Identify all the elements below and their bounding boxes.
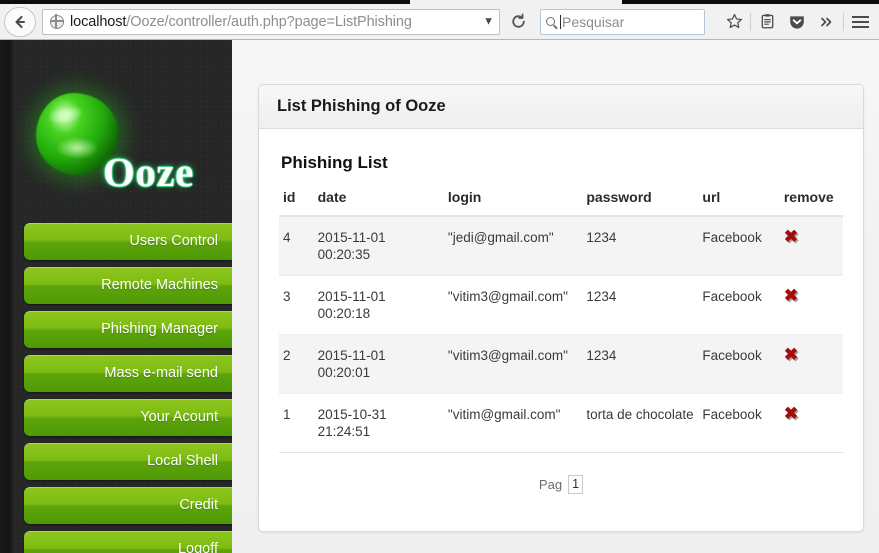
cell-remove: ✖ [779, 334, 843, 394]
cell-date: 2015-11-01 00:20:35 [313, 216, 444, 276]
cell-id: 4 [279, 216, 314, 276]
reload-icon [511, 13, 525, 28]
cell-login: "vitim3@gmail.com" [443, 275, 583, 335]
cell-url: Facebook [698, 275, 780, 335]
cell-remove: ✖ [779, 275, 843, 335]
sidebar-item-phishing-manager[interactable]: Phishing Manager [24, 311, 232, 348]
sidebar-item-your-acount[interactable]: Your Acount [24, 399, 232, 436]
content-area: List Phishing of Ooze Phishing List id d… [232, 40, 879, 553]
phishing-table: id date login password url remove 4 2015… [279, 189, 843, 453]
pagination-label: Pag [538, 477, 563, 492]
search-bar[interactable]: Pesquisar [540, 8, 705, 35]
column-header-url: url [698, 189, 780, 217]
sidebar-item-logoff[interactable]: Logoff [24, 531, 232, 553]
menu-button[interactable] [845, 7, 875, 37]
table-header-row: id date login password url remove [279, 189, 843, 217]
sidebar-item-local-shell[interactable]: Local Shell [24, 443, 232, 480]
delete-x-icon[interactable]: ✖ [784, 228, 798, 245]
cell-password: 1234 [582, 275, 699, 335]
double-chevron-icon [821, 17, 832, 26]
phishing-panel: List Phishing of Ooze Phishing List id d… [258, 84, 864, 532]
cell-password: torta de chocolate [582, 393, 699, 453]
text-caret [560, 14, 561, 29]
toolbar-divider [750, 12, 751, 31]
reload-button[interactable] [504, 8, 532, 36]
cell-remove: ✖ [779, 393, 843, 453]
panel-heading: List Phishing of Ooze [259, 85, 863, 129]
table-head: id date login password url remove [279, 189, 843, 217]
cell-remove: ✖ [779, 216, 843, 276]
sidebar-item-mass-email-send[interactable]: Mass e-mail send [24, 355, 232, 392]
delete-x-icon[interactable]: ✖ [784, 287, 798, 304]
reading-list-button[interactable] [752, 7, 782, 37]
overflow-button[interactable] [812, 7, 842, 37]
cell-id: 1 [279, 393, 314, 453]
list-heading: Phishing List [281, 153, 388, 172]
sidebar-item-users-control[interactable]: Users Control [24, 223, 232, 260]
delete-x-icon[interactable]: ✖ [784, 346, 798, 363]
toolbar-icons [719, 7, 879, 37]
chevron-down-icon[interactable]: ▼ [483, 16, 494, 27]
table-body: 4 2015-11-01 00:20:35 "jedi@gmail.com" 1… [279, 216, 843, 453]
page-viewport: Ooze Users Control Remote Machines Phish… [0, 40, 879, 553]
cell-url: Facebook [698, 216, 780, 276]
cell-url: Facebook [698, 393, 780, 453]
column-header-remove: remove [779, 189, 843, 217]
cell-date: 2015-11-01 00:20:18 [313, 275, 444, 335]
back-button[interactable] [4, 6, 36, 37]
logo-area[interactable]: Ooze [0, 40, 232, 195]
column-header-id: id [279, 189, 314, 217]
bookmark-star-button[interactable] [719, 7, 749, 37]
cell-login: "vitim3@gmail.com" [443, 334, 583, 394]
cell-url: Facebook [698, 334, 780, 394]
cell-id: 2 [279, 334, 314, 394]
table-row[interactable]: 3 2015-11-01 00:20:18 "vitim3@gmail.com"… [279, 275, 843, 335]
url-host: localhost [70, 13, 127, 30]
pocket-shield-icon [790, 15, 804, 29]
browser-chrome: localhost/Ooze/controller/auth.php?page=… [0, 0, 879, 40]
cell-password: 1234 [582, 216, 699, 276]
sidebar-nav: Users Control Remote Machines Phishing M… [24, 223, 232, 553]
cell-login: "jedi@gmail.com" [443, 216, 583, 276]
url-text: localhost/Ooze/controller/auth.php?page=… [70, 14, 412, 30]
sidebar-item-remote-machines[interactable]: Remote Machines [24, 267, 232, 304]
column-header-login: login [443, 189, 583, 217]
url-path: /Ooze/controller/auth.php?page=ListPhish… [126, 13, 412, 30]
sidebar-item-credit[interactable]: Credit [24, 487, 232, 524]
back-arrow-icon [15, 15, 26, 28]
toolbar-divider-2 [843, 12, 844, 31]
pocket-button[interactable] [782, 7, 812, 37]
table-row[interactable]: 1 2015-10-31 21:24:51 "vitim@gmail.com" … [279, 393, 843, 453]
page-title: List Phishing of Ooze [277, 97, 446, 115]
reader-list-icon [761, 14, 773, 29]
table-row[interactable]: 2 2015-11-01 00:20:01 "vitim3@gmail.com"… [279, 334, 843, 394]
globe-icon [49, 14, 64, 29]
delete-x-icon[interactable]: ✖ [784, 405, 798, 422]
search-input[interactable]: Pesquisar [562, 14, 624, 30]
cell-date: 2015-11-01 00:20:01 [313, 334, 444, 394]
cell-id: 3 [279, 275, 314, 335]
cell-date: 2015-10-31 21:24:51 [313, 393, 444, 453]
navigation-toolbar: localhost/Ooze/controller/auth.php?page=… [0, 4, 879, 39]
sidebar: Ooze Users Control Remote Machines Phish… [0, 40, 232, 553]
hamburger-menu-icon [851, 15, 869, 28]
page-number-1[interactable]: 1 [568, 475, 584, 494]
panel-body: Phishing List id date login password url… [259, 129, 863, 494]
logo-wordmark: Ooze [103, 149, 194, 195]
column-header-date: date [313, 189, 444, 217]
star-icon [726, 13, 742, 29]
pagination: Pag 1 [279, 475, 843, 494]
column-header-password: password [582, 189, 699, 217]
cell-password: 1234 [582, 334, 699, 394]
url-bar[interactable]: localhost/Ooze/controller/auth.php?page=… [42, 8, 500, 35]
table-row[interactable]: 4 2015-11-01 00:20:35 "jedi@gmail.com" 1… [279, 216, 843, 276]
search-icon [546, 17, 555, 26]
cell-login: "vitim@gmail.com" [443, 393, 583, 453]
